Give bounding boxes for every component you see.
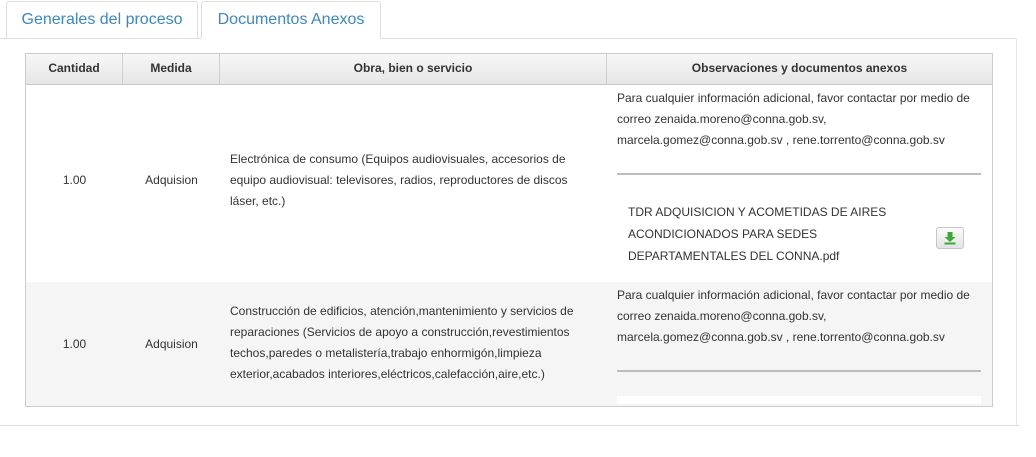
medida-cell: Adquision bbox=[145, 337, 198, 351]
medida-cell: Adquision bbox=[145, 173, 198, 187]
tab-bar: Generales del proceso Documentos Anexos bbox=[0, 0, 1016, 39]
obra-cell: Electrónica de consumo (Equipos audiovis… bbox=[230, 152, 568, 208]
header-cantidad: Cantidad bbox=[26, 54, 123, 84]
tab-documentos-anexos[interactable]: Documentos Anexos bbox=[201, 1, 381, 39]
content-border bbox=[1016, 38, 1017, 426]
attachment-area bbox=[617, 396, 981, 404]
table-header: Cantidad Medida Obra, bien o servicio Ob… bbox=[26, 54, 992, 85]
download-button[interactable] bbox=[936, 227, 964, 249]
header-obra: Obra, bien o servicio bbox=[220, 54, 607, 84]
divider bbox=[617, 173, 981, 175]
header-medida: Medida bbox=[123, 54, 220, 84]
cantidad-cell: 1.00 bbox=[62, 337, 87, 351]
tab-generales-del-proceso[interactable]: Generales del proceso bbox=[6, 1, 198, 38]
cantidad-cell: 1.00 bbox=[62, 173, 87, 187]
divider bbox=[617, 370, 981, 372]
documents-table: Cantidad Medida Obra, bien o servicio Ob… bbox=[25, 53, 993, 407]
observaciones-cell: Para cualquier información adicional, fa… bbox=[617, 91, 970, 147]
header-observaciones: Observaciones y documentos anexos bbox=[691, 61, 908, 75]
obra-cell: Construcción de edificios, atención,mant… bbox=[230, 304, 574, 381]
footer-rule bbox=[0, 425, 1020, 426]
table-row: 1.00 Adquision Construcción de edificios… bbox=[26, 282, 992, 406]
observaciones-cell: Para cualquier información adicional, fa… bbox=[617, 288, 970, 344]
table-row: 1.00 Adquision Electrónica de consumo (E… bbox=[26, 85, 992, 282]
attachment-link[interactable]: TDR ADQUISICION Y ACOMETIDAS DE AIRES AC… bbox=[628, 201, 918, 267]
